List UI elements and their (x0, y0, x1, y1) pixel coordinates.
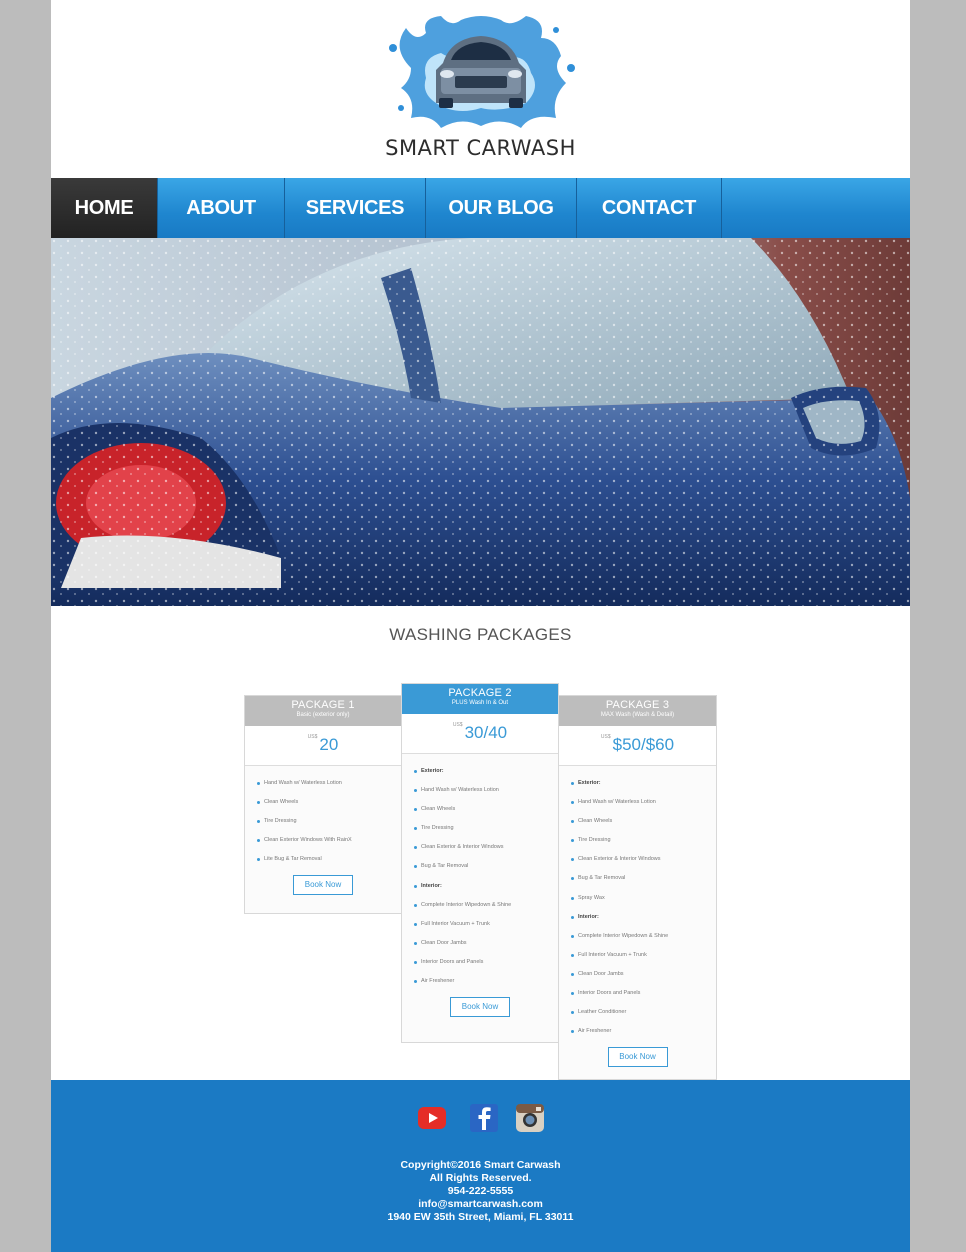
feature-item: Air Freshener (571, 1022, 716, 1041)
email-text[interactable]: info@smartcarwash.com (51, 1198, 910, 1211)
nav-label: CONTACT (601, 196, 697, 219)
feature-item: Interior Doors and Panels (571, 984, 716, 1003)
feature-item: Complete Interior Wipedown & Shine (414, 896, 558, 915)
footer-info: Copyright©2016 Smart Carwash All Rights … (51, 1159, 910, 1224)
feature-item: Clean Exterior & Interior Windows (571, 850, 716, 869)
book-now-button[interactable]: Book Now (293, 875, 353, 896)
nav-label: HOME (74, 196, 134, 219)
copyright-text: Copyright©2016 Smart Carwash (400, 1159, 561, 1171)
feature-item: Clean Wheels (414, 800, 558, 819)
feature-item: Clean Door Jambs (414, 934, 558, 953)
facebook-icon[interactable] (469, 1103, 499, 1133)
currency-label: US$ (452, 722, 463, 728)
package-price: US$ 30/40 (402, 714, 558, 754)
carwash-logo-icon[interactable] (381, 8, 581, 136)
package-features: Exterior: Hand Wash w/ Waterless Lotion Cl… (402, 754, 558, 991)
price-value: 20 (319, 735, 339, 754)
feature-item: Lite Bug & Tar Removal (257, 850, 401, 869)
nav-item-contact[interactable]: CONTACT (577, 178, 722, 238)
package-name: PACKAGE 1 (291, 699, 355, 711)
feature-item: Hand Wash w/ Waterless Lotion (414, 781, 558, 800)
package-card-1: PACKAGE 1 Basic (exterior only) US$ 20 Ha… (244, 695, 402, 914)
feature-item: Clean Exterior & Interior Windows (414, 838, 558, 857)
page: SMART CARWASH HOME ABOUT SERVICES OUR BL… (51, 0, 910, 1252)
price-value: $50/$60 (612, 735, 675, 754)
main-nav: HOME ABOUT SERVICES OUR BLOG CONTACT (51, 178, 910, 238)
hero-car-illustration (51, 238, 910, 606)
package-features: Exterior: Hand Wash w/ Waterless Lotion Cl… (559, 766, 716, 1041)
book-now-button[interactable]: Book Now (450, 997, 510, 1018)
feature-item: Clean Door Jambs (571, 965, 716, 984)
package-header: PACKAGE 3 MAX Wash (Wash & Detail) (559, 696, 716, 726)
feature-item: Tire Dressing (571, 831, 716, 850)
package-subtitle: MAX Wash (Wash & Detail) (600, 712, 675, 718)
nav-label: ABOUT (186, 196, 256, 219)
nav-item-home[interactable]: HOME (51, 178, 158, 238)
package-header: PACKAGE 2 PLUS Wash In & Out (402, 684, 558, 714)
feature-item: Tire Dressing (414, 819, 558, 838)
feature-item: Hand Wash w/ Waterless Lotion (571, 793, 716, 812)
package-header: PACKAGE 1 Basic (exterior only) (245, 696, 401, 726)
feature-item: Clean Wheels (571, 812, 716, 831)
feature-item: Leather Conditioner (571, 1003, 716, 1022)
package-price: US$ 20 (245, 726, 401, 766)
feature-category: Exterior: (414, 762, 558, 781)
package-subtitle: Basic (exterior only) (296, 712, 350, 718)
package-name: PACKAGE 3 (605, 699, 670, 711)
section-title: WASHING PACKAGES (389, 625, 572, 644)
brand-name: SMART CARWASH (385, 136, 576, 160)
feature-item: Tire Dressing (257, 812, 401, 831)
hero-image (51, 238, 910, 606)
package-features: Hand Wash w/ Waterless Lotion Clean Wheel… (245, 766, 401, 869)
phone-text[interactable]: 954-222-5555 (51, 1185, 910, 1198)
nav-item-services[interactable]: SERVICES (285, 178, 426, 238)
nav-item-our-blog[interactable]: OUR BLOG (426, 178, 577, 238)
package-card-3: PACKAGE 3 MAX Wash (Wash & Detail) US$ $5… (558, 695, 717, 1080)
package-price: US$ $50/$60 (559, 726, 716, 766)
feature-item: Clean Wheels (257, 793, 401, 812)
nav-item-about[interactable]: ABOUT (158, 178, 285, 238)
instagram-icon[interactable] (515, 1103, 545, 1133)
site-header: SMART CARWASH (51, 0, 910, 178)
feature-item: Interior Doors and Panels (414, 953, 558, 972)
currency-label: US$ (600, 734, 611, 740)
feature-item: Complete Interior Wipedown & Shine (571, 927, 716, 946)
feature-item: Air Freshener (414, 972, 558, 991)
feature-category: Interior: (414, 877, 558, 896)
nav-label: SERVICES (305, 196, 405, 219)
feature-category: Exterior: (571, 774, 716, 793)
address-text: 1940 EW 35th Street, Miami, FL 33011 (387, 1211, 574, 1223)
package-name: PACKAGE 2 (448, 687, 512, 699)
price-value: 30/40 (464, 723, 508, 742)
feature-item: Full Interior Vacuum + Trunk (571, 946, 716, 965)
feature-item: Bug & Tar Removal (414, 857, 558, 876)
feature-item: Full Interior Vacuum + Trunk (414, 915, 558, 934)
feature-category: Interior: (571, 908, 716, 927)
package-subtitle: PLUS Wash In & Out (451, 700, 509, 706)
nav-label: OUR BLOG (448, 196, 554, 219)
rights-text: All Rights Reserved. (429, 1172, 532, 1184)
currency-label: US$ (307, 734, 318, 740)
feature-item: Hand Wash w/ Waterless Lotion (257, 774, 401, 793)
site-footer: Copyright©2016 Smart Carwash All Rights … (51, 1080, 910, 1252)
youtube-icon[interactable] (417, 1103, 447, 1133)
book-now-button[interactable]: Book Now (607, 1047, 668, 1068)
feature-item: Spray Wax (571, 889, 716, 908)
feature-item: Bug & Tar Removal (571, 869, 716, 888)
package-card-2: PACKAGE 2 PLUS Wash In & Out US$ 30/40 Ex… (401, 683, 559, 1043)
feature-item: Clean Exterior Windows With RainX (257, 831, 401, 850)
